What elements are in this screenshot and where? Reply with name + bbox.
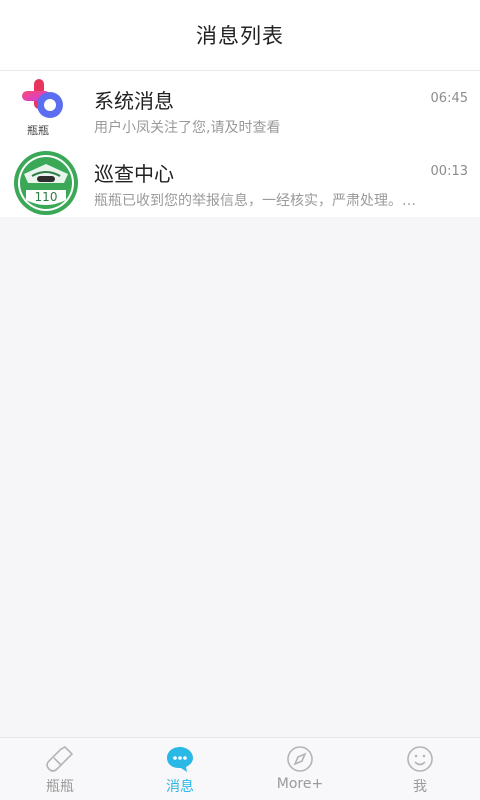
tab-bottle[interactable]: 瓶瓶 — [0, 738, 120, 800]
bottom-tab-bar: 瓶瓶 消息 More+ 我 — [0, 737, 480, 800]
message-item-system[interactable]: 瓶瓶 系统消息 06:45 用户小凤关注了您,请及时查看 — [0, 71, 480, 144]
message-time: 06:45 — [430, 91, 468, 106]
tab-label: More+ — [276, 776, 324, 792]
message-title: 巡查中心 — [94, 162, 174, 186]
tab-label: 我 — [413, 779, 427, 795]
avatar-label: 瓶瓶 — [27, 123, 49, 137]
tab-more[interactable]: More+ — [240, 738, 360, 800]
tab-label: 瓶瓶 — [46, 779, 74, 795]
smiley-icon — [407, 746, 433, 772]
message-preview: 瓶瓶已收到您的举报信息，一经核实，严肃处理。… — [94, 193, 416, 209]
page-title: 消息列表 — [196, 24, 284, 48]
tab-me[interactable]: 我 — [360, 738, 480, 800]
message-item-patrol[interactable]: 110 巡查中心 00:13 瓶瓶已收到您的举报信息，一经核实，严肃处理。… — [0, 144, 480, 217]
message-time: 00:13 — [430, 164, 468, 179]
message-list: 瓶瓶 系统消息 06:45 用户小凤关注了您,请及时查看 110 巡查中心 00… — [0, 71, 480, 217]
police-patrol-icon: 110 — [14, 151, 78, 215]
tab-messages[interactable]: 消息 — [120, 738, 240, 800]
compass-icon — [287, 746, 313, 772]
header: 消息列表 — [0, 0, 480, 71]
badge-number: 110 — [35, 190, 58, 204]
bottle-logo-icon: 瓶瓶 — [22, 79, 63, 137]
message-title: 系统消息 — [94, 89, 174, 113]
chat-bubble-icon — [167, 747, 193, 772]
tab-label: 消息 — [166, 779, 194, 795]
message-preview: 用户小凤关注了您,请及时查看 — [94, 120, 281, 136]
bottle-icon — [46, 746, 74, 772]
